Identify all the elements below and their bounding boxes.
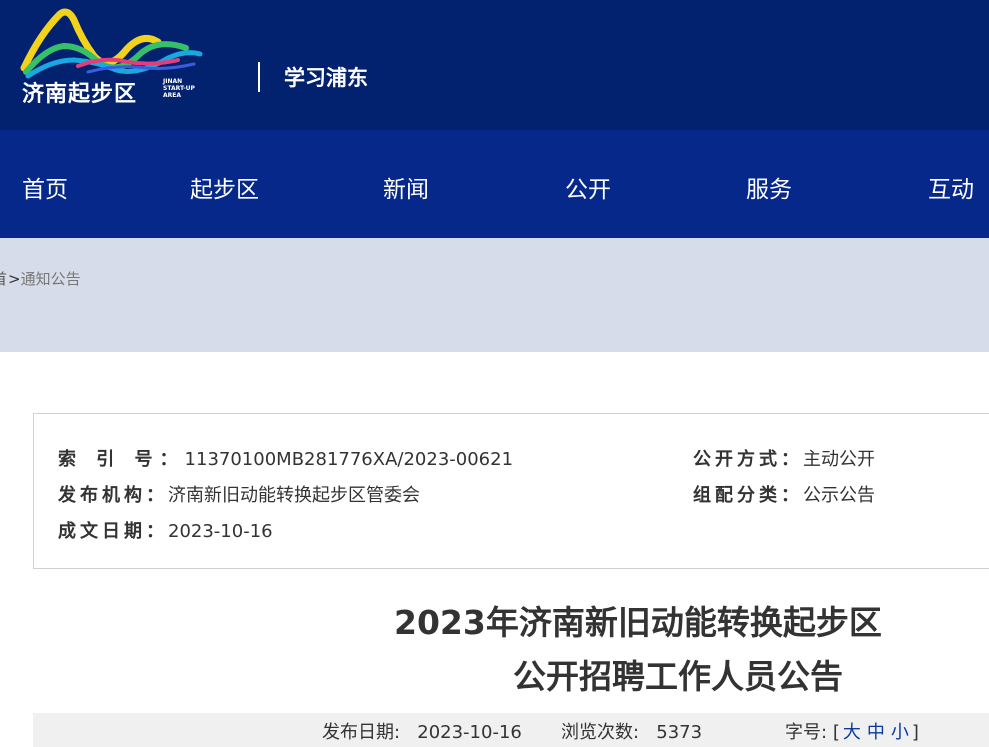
publish-date-value: 2023-10-16 [417,722,522,743]
bracket-open: [ [832,722,840,743]
nav-item-public[interactable]: 公开 [565,170,611,204]
publish-label: 发布日期: [322,722,401,743]
publish-date: 发布日期: 2023-10-16 [322,718,522,744]
font-size-medium-button[interactable]: 中 [864,722,888,743]
font-size-control: 字号: [大中小] [785,718,919,744]
agency-value: 济南新旧动能转换起步区管委会 [168,485,420,506]
date-label: 成文日期 [58,521,146,542]
font-size-label: 字号: [785,722,828,743]
view-count: 浏览次数: 5373 [561,718,702,744]
study-link[interactable]: 学习浦东 [284,62,368,92]
category-row: 组配分类：公示公告 [693,481,875,507]
breadcrumb-band: 首页>通知公告 [0,238,989,352]
method-row: 公开方式：主动公开 [693,445,875,471]
colon: ： [146,521,168,542]
header-divider [258,62,260,92]
breadcrumb-home[interactable]: 首页 [0,268,8,289]
site-header: 济南起步区 JINAN START-UP AREA 学习浦东 [0,0,989,130]
main-nav: 首页 起步区 新闻 公开 服务 互动 [0,130,989,238]
method-label: 公开方式 [693,449,781,470]
date-value: 2023-10-16 [168,521,273,542]
agency-label: 发布机构 [58,485,146,506]
date-row: 成文日期：2023-10-16 [58,517,273,543]
nav-item-home[interactable]: 首页 [22,170,68,204]
nav-item-startup-area[interactable]: 起步区 [190,170,259,204]
index-row: 索 引 号：11370100MB281776XA/2023-00621 [58,445,513,471]
article-title-line-1: 2023年济南新旧动能转换起步区 [394,603,882,642]
nav-item-interaction[interactable]: 互动 [928,170,974,204]
logo-text: 济南起步区 [22,82,138,107]
breadcrumb-current[interactable]: 通知公告 [21,270,81,288]
bracket-close: ] [911,722,919,743]
document-info-box: 索 引 号：11370100MB281776XA/2023-00621 发布机构… [33,413,989,569]
colon: ： [146,485,168,506]
category-value: 公示公告 [803,485,875,506]
nav-item-news[interactable]: 新闻 [383,170,429,204]
font-size-small-button[interactable]: 小 [888,722,912,743]
index-value: 11370100MB281776XA/2023-00621 [184,449,514,470]
font-size-large-button[interactable]: 大 [840,722,864,743]
breadcrumb: 首页>通知公告 [0,268,81,289]
views-label: 浏览次数: [561,722,640,743]
nav-item-services[interactable]: 服务 [746,170,792,204]
category-label: 组配分类 [693,485,781,506]
colon: ： [781,449,803,470]
breadcrumb-separator: > [8,270,21,288]
logo-english-text: JINAN START-UP AREA [163,78,195,99]
colon: ： [781,485,803,506]
colon: ： [159,449,185,470]
views-count-value: 5373 [656,722,703,743]
agency-row: 发布机构：济南新旧动能转换起步区管委会 [58,481,420,507]
article-title-line-2: 公开招聘工作人员公告 [513,657,843,696]
index-label: 索 引 号 [58,449,160,470]
method-value: 主动公开 [803,449,875,470]
article-meta-bar: 发布日期: 2023-10-16 浏览次数: 5373 字号: [大中小] [33,713,989,747]
